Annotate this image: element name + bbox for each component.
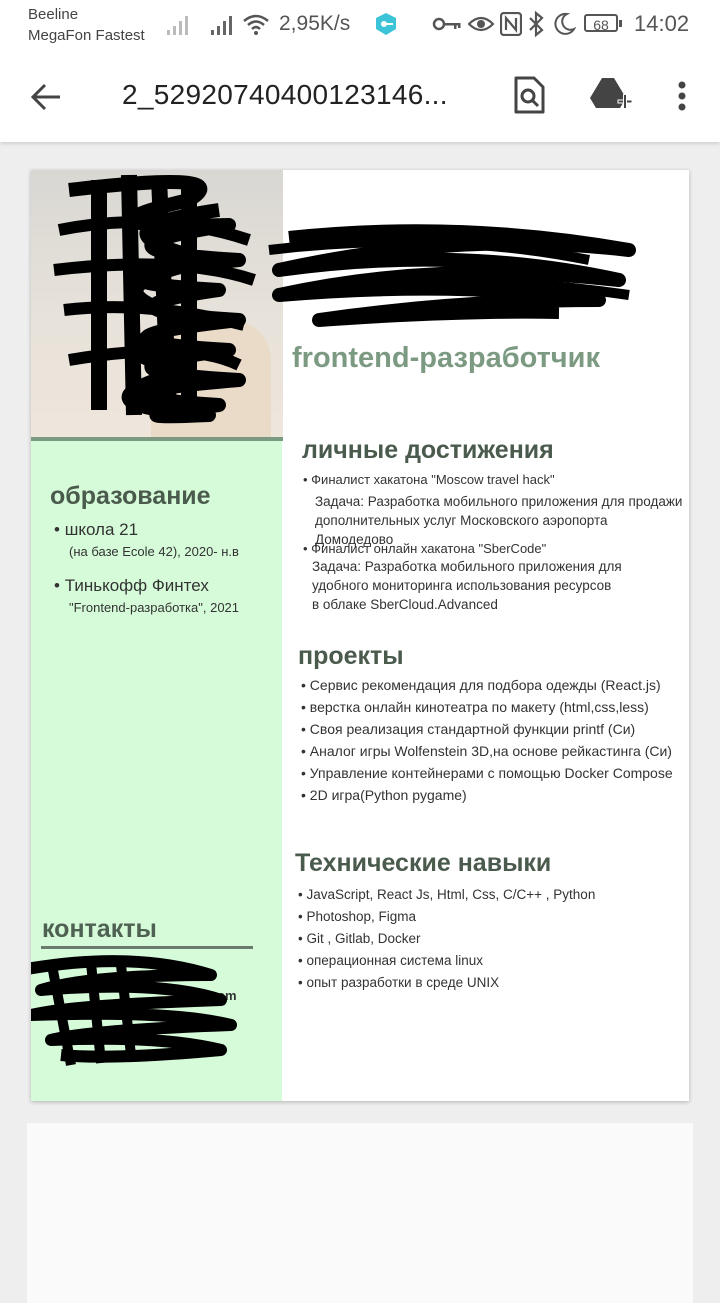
back-arrow-icon[interactable] (30, 82, 64, 112)
project-item: Сервис рекомендация для подбора одежды (… (301, 676, 661, 695)
skill-item: опыт разработки в среде UNIX (298, 973, 499, 992)
job-title: frontend-разработчик (292, 342, 600, 374)
redaction-scribble (53, 174, 256, 424)
education-item-2: Тинькофф Финтех (54, 576, 209, 596)
education-item-2-detail: "Frontend-разработка", 2021 (69, 600, 240, 615)
vpn-icon (376, 13, 396, 35)
next-page-preview[interactable] (27, 1123, 693, 1303)
achievement-2-line-2: удобного мониторинга использования ресур… (312, 578, 612, 593)
projects-heading: проекты (298, 642, 404, 670)
education-item-1-detail: (на базе Ecole 42), 2020- н.в (69, 544, 239, 559)
signal-icon (167, 16, 188, 35)
achievement-1-title: Финалист хакатона "Moscow travel hack" (303, 470, 554, 489)
achievement-2-line-1: Задача: Разработка мобильного приложения… (312, 559, 622, 574)
bluetooth-icon (529, 11, 544, 37)
project-item: 2D игра(Python pygame) (301, 786, 467, 805)
skill-item: Git , Gitlab, Docker (298, 929, 420, 948)
resume-page[interactable]: frontend-разработчик образование школа 2… (31, 170, 689, 1101)
skill-item: JavaScript, React Js, Html, Css, C/C++ ,… (298, 885, 595, 904)
more-vert-icon[interactable] (676, 80, 688, 112)
profile-photo (31, 170, 283, 438)
drive-add-icon[interactable] (590, 76, 634, 112)
app-toolbar: 2_52920740400123146... (0, 50, 720, 142)
key-icon (432, 17, 461, 31)
eye-icon (468, 16, 494, 32)
redacted-name (268, 224, 636, 327)
skills-heading: Технические навыки (295, 849, 552, 877)
clock: 14:02 (634, 11, 690, 36)
education-item-1: школа 21 (54, 520, 138, 540)
nfc-icon (500, 12, 522, 36)
education-heading: образование (50, 482, 211, 510)
signal-icon (211, 16, 232, 35)
achievement-1-line-1: Задача: Разработка мобильного приложения… (315, 494, 683, 509)
status-bar: Beeline MegaFon Fastest 2,95K/s 68 14:02 (0, 0, 720, 50)
redacted-contacts (31, 955, 237, 1066)
project-item: Своя реализация стандартной функции prin… (301, 720, 635, 739)
skill-item: Photoshop, Figma (298, 907, 416, 926)
carrier-2: MegaFon Fastest (28, 27, 145, 44)
contacts-divider (41, 946, 253, 949)
project-item: Аналог игры Wolfenstein 3D,на основе рей… (301, 742, 672, 761)
network-speed: 2,95K/s (279, 12, 351, 35)
project-item: Управление контейнерами с помощью Docker… (301, 764, 673, 783)
battery-icon: 68 (584, 14, 622, 33)
search-document-icon[interactable] (512, 76, 546, 114)
achievement-2-line-3: в облаке SberCloud.Advanced (312, 597, 498, 612)
project-item: верстка онлайн кинотеатра по макету (htm… (301, 698, 649, 717)
wifi-icon (243, 14, 269, 35)
achievement-2-title: Финалист онлайн хакатона "SberCode" (303, 539, 546, 558)
contacts-heading: контакты (42, 915, 157, 943)
carrier-info: Beeline MegaFon Fastest (28, 4, 145, 46)
skill-item: операционная система linux (298, 951, 483, 970)
carrier-1: Beeline (28, 6, 79, 23)
moon-icon (554, 12, 576, 35)
document-title: 2_52920740400123146... (122, 79, 448, 110)
achievements-heading: личные достижения (302, 436, 554, 464)
